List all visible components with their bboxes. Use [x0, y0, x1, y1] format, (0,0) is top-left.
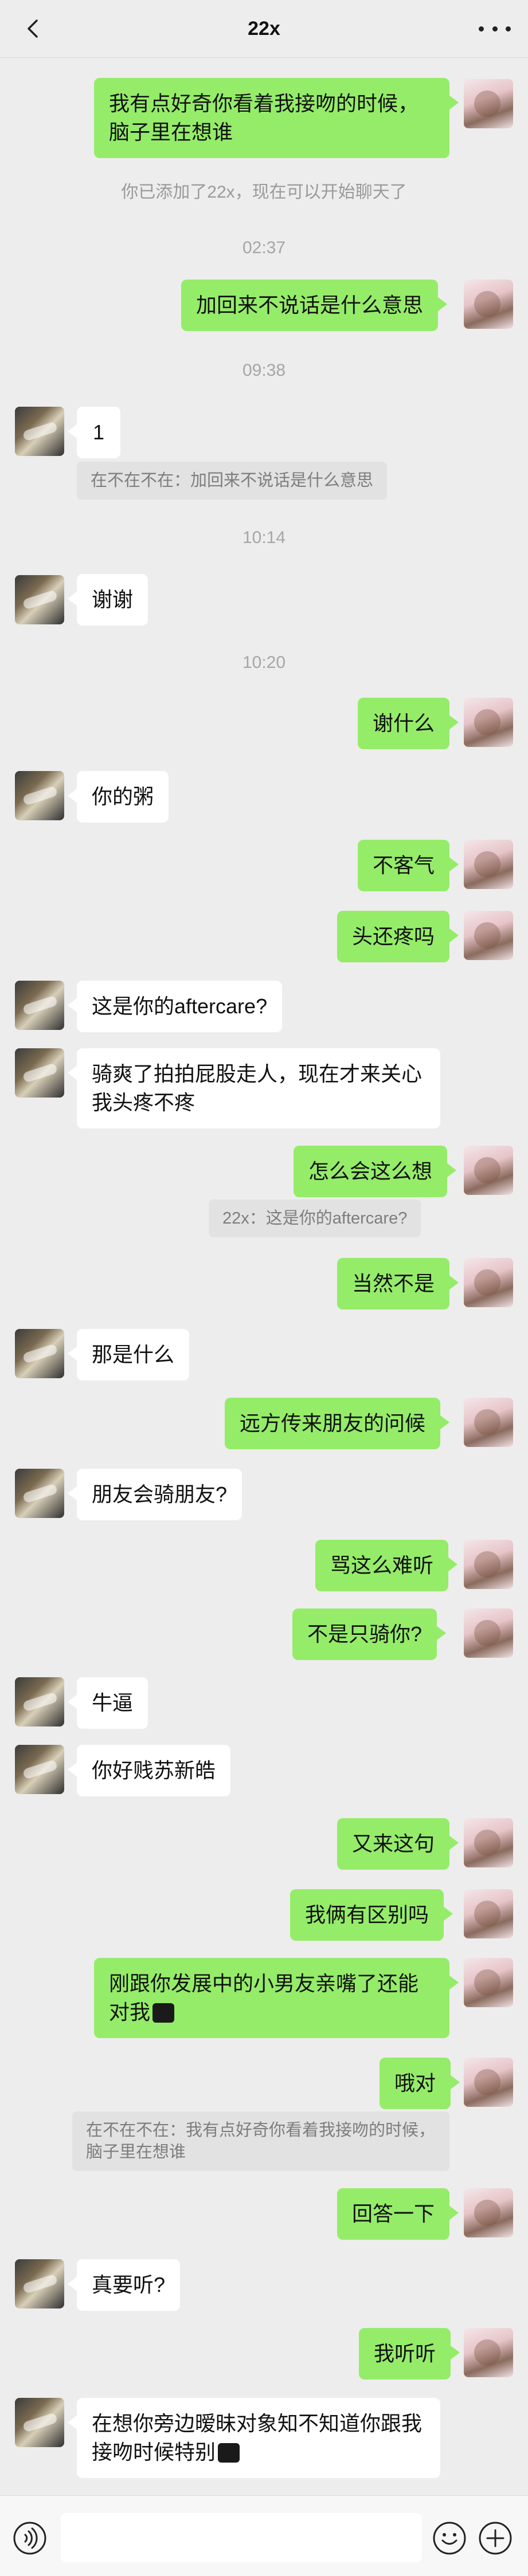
chat-title: 22x: [248, 17, 280, 40]
contact-avatar[interactable]: [15, 1677, 64, 1726]
sent-message[interactable]: 远方传来朋友的问候: [225, 1398, 450, 1449]
received-message[interactable]: 这是你的aftercare?: [67, 981, 283, 1032]
sent-message[interactable]: 不客气: [358, 840, 459, 891]
quoted-reply[interactable]: 在不在不在：加回来不说话是什么意思: [77, 462, 388, 500]
redacted-mark: [218, 2443, 240, 2463]
my-avatar[interactable]: [464, 1398, 513, 1447]
voice-input-icon[interactable]: [13, 2521, 47, 2555]
my-avatar[interactable]: [464, 1958, 513, 2007]
received-message[interactable]: 1: [68, 407, 120, 458]
quoted-reply[interactable]: 22x：这是你的aftercare?: [209, 1199, 421, 1237]
contact-avatar[interactable]: [15, 407, 64, 456]
sent-message[interactable]: 头还疼吗: [337, 911, 459, 962]
chat-header: 22x: [0, 0, 528, 58]
sent-message[interactable]: 我有点好奇你看着我接吻的时候，脑子里在想谁: [94, 78, 459, 158]
sent-message[interactable]: 哦对: [380, 2058, 460, 2109]
received-message[interactable]: 在想你旁边暧昧对象知不知道你跟我接吻时候特别: [68, 2398, 440, 2478]
my-avatar[interactable]: [464, 1889, 513, 1938]
more-options-icon[interactable]: [479, 16, 511, 41]
quoted-reply[interactable]: 在不在不在：我有点好奇你看着我接吻的时候，脑子里在想谁: [72, 2111, 449, 2171]
emoji-icon[interactable]: [432, 2521, 467, 2555]
received-message[interactable]: 朋友会骑朋友?: [67, 1469, 243, 1520]
sent-message[interactable]: 刚跟你发展中的小男友亲嘴了还能对我: [94, 1958, 459, 2038]
message-list[interactable]: 我有点好奇你看着我接吻的时候，脑子里在想谁 你已添加了22x，现在可以开始聊天了…: [0, 57, 528, 2495]
sent-message[interactable]: 回答一下: [337, 2188, 459, 2240]
contact-avatar[interactable]: [15, 1048, 64, 1098]
sent-message[interactable]: 我俩有区别吗: [290, 1889, 453, 1941]
my-avatar[interactable]: [464, 698, 513, 747]
my-avatar[interactable]: [464, 1258, 513, 1307]
back-icon[interactable]: [22, 17, 45, 40]
sent-message[interactable]: 我听听: [359, 2328, 460, 2380]
contact-avatar[interactable]: [15, 1329, 64, 1378]
timestamp: 10:14: [242, 528, 286, 547]
contact-avatar[interactable]: [15, 1745, 64, 1794]
my-avatar[interactable]: [464, 1146, 513, 1195]
sent-message[interactable]: 谢什么: [358, 698, 459, 749]
my-avatar[interactable]: [464, 2058, 513, 2107]
contact-avatar[interactable]: [15, 771, 64, 820]
received-message[interactable]: 那是什么: [67, 1329, 190, 1381]
received-message[interactable]: 牛逼: [67, 1677, 148, 1729]
redacted-mark: [152, 2003, 175, 2023]
my-avatar[interactable]: [464, 2188, 513, 2237]
my-avatar[interactable]: [464, 1540, 513, 1589]
sent-message[interactable]: 加回来不说话是什么意思: [181, 280, 448, 331]
message-input[interactable]: [61, 2513, 422, 2562]
plus-icon[interactable]: [478, 2521, 513, 2555]
sent-message[interactable]: 不是只骑你?: [292, 1608, 447, 1660]
my-avatar[interactable]: [464, 911, 513, 960]
my-avatar[interactable]: [464, 1818, 513, 1867]
received-message[interactable]: 谢谢: [67, 574, 148, 626]
received-message[interactable]: 真要听?: [67, 2259, 181, 2311]
my-avatar[interactable]: [464, 840, 513, 889]
system-notice: 你已添加了22x，现在可以开始聊天了: [121, 183, 407, 202]
my-avatar[interactable]: [464, 79, 513, 128]
received-message[interactable]: 骑爽了拍拍屁股走人，现在才来关心我头疼不疼: [68, 1048, 440, 1128]
received-message[interactable]: 你好贱苏新皓: [67, 1745, 231, 1796]
timestamp: 10:20: [242, 653, 286, 672]
contact-avatar[interactable]: [15, 575, 64, 624]
my-avatar[interactable]: [464, 280, 513, 329]
received-message[interactable]: 你的粥: [67, 771, 169, 823]
timestamp: 09:38: [242, 361, 286, 380]
sent-message[interactable]: 怎么会这么想: [294, 1146, 457, 1197]
message-text: 在想你旁边暧昧对象知不知道你跟我接吻时候特别: [92, 2412, 423, 2464]
contact-avatar[interactable]: [15, 1469, 64, 1518]
sent-message[interactable]: 又来这句: [337, 1818, 459, 1870]
my-avatar[interactable]: [464, 2328, 513, 2377]
contact-avatar[interactable]: [15, 2259, 64, 2308]
contact-avatar[interactable]: [15, 2398, 64, 2447]
sent-message[interactable]: 当然不是: [337, 1258, 459, 1309]
my-avatar[interactable]: [464, 1608, 513, 1658]
timestamp: 02:37: [242, 238, 286, 257]
input-bar: [0, 2495, 528, 2576]
contact-avatar[interactable]: [15, 981, 64, 1030]
sent-message[interactable]: 骂这么难听: [315, 1540, 458, 1591]
